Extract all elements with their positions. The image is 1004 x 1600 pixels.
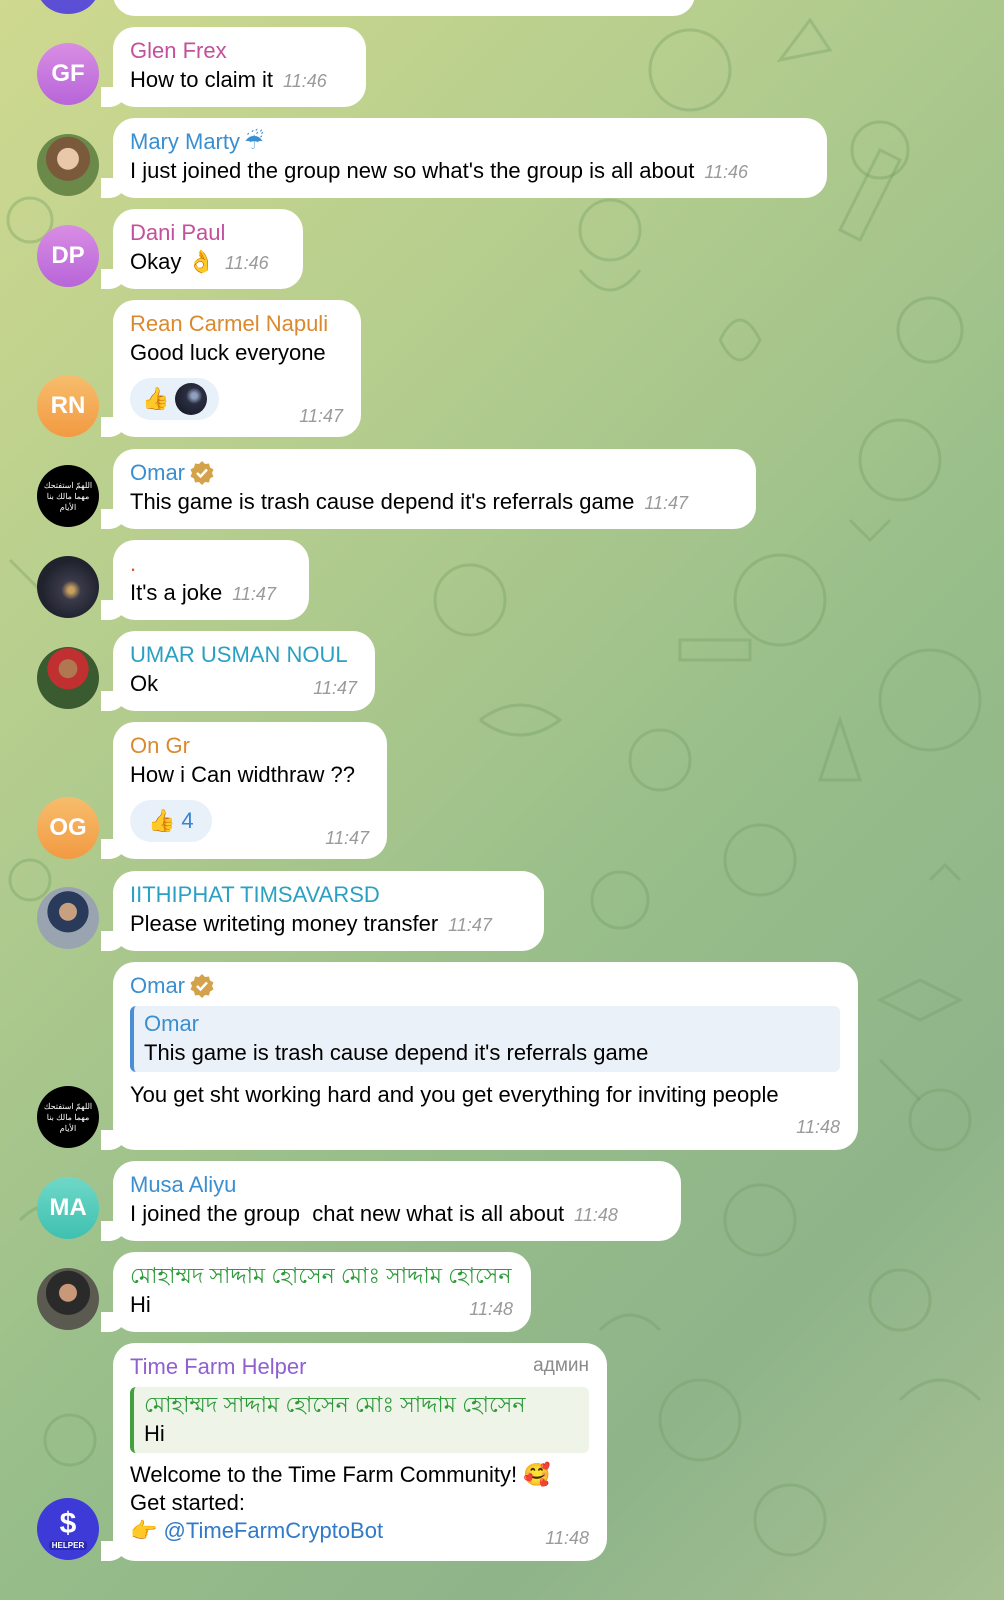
message-bubble[interactable]: UMAR USMAN NOUL Ok 11:47: [101, 631, 375, 711]
admin-badge: админ: [533, 1355, 589, 1376]
thumbs-up-emoji: 👍: [142, 386, 170, 411]
avatar[interactable]: OG: [37, 797, 99, 859]
message-time: 11:47: [448, 915, 492, 935]
message-text: Please writeting money transfer: [130, 911, 439, 936]
reactor-avatar: [175, 383, 208, 415]
message-text: This game is trash cause depend it's ref…: [130, 489, 635, 514]
avatar[interactable]: اللهمّ استفتحك مهما مالك بنا الأيام: [37, 1086, 99, 1148]
message-bubble[interactable]: Omar This game is trash cause depend it'…: [101, 449, 756, 529]
bot-link[interactable]: @TimeFarmCryptoBot: [164, 1518, 384, 1543]
reply-quote[interactable]: মোহাম্মদ সাদ্দাম হোসেন মোঃ সাদ্দাম হোসেন…: [130, 1387, 589, 1453]
message-bubble[interactable]: IITHIPHAT TIMSAVARSD Please writeting mo…: [101, 871, 544, 951]
sender-name[interactable]: Time Farm Helper: [130, 1353, 589, 1381]
dollar-icon: $: [59, 1506, 77, 1540]
reaction-chip[interactable]: 👍 4: [130, 800, 212, 842]
smiling-hearts-emoji: 🥰: [523, 1462, 551, 1487]
avatar[interactable]: $ HELPER: [37, 1498, 99, 1560]
sender-name[interactable]: মোহাম্মদ সাদ্দাম হোসেন মোঃ সাদ্দাম হোসেন: [130, 1262, 513, 1290]
avatar[interactable]: DP: [37, 225, 99, 287]
sender-name[interactable]: Dani Paul: [130, 219, 285, 247]
message-bubble[interactable]: Musa Aliyu I joined the group chat new w…: [101, 1161, 681, 1241]
message-bubble[interactable]: Omar Omar This game is trash cause depen…: [101, 962, 858, 1150]
message-time: 11:47: [299, 406, 343, 426]
avatar-label: HELPER: [48, 1540, 88, 1550]
ok-hand-emoji: 👌: [187, 249, 215, 274]
avatar-text: اللهمّ استفتحك مهما مالك بنا الأيام: [43, 480, 93, 512]
message-text: I just joined the group new so what's th…: [130, 158, 695, 183]
avatar[interactable]: [37, 647, 99, 709]
sender-name[interactable]: Mary Marty: [130, 128, 240, 156]
avatar-text: اللهمّ استفتحك مهما مالك بنا الأيام: [43, 1101, 93, 1133]
message-bubble[interactable]: Glen Frex How to claim it 11:46: [101, 27, 366, 107]
message-time: 11:46: [283, 71, 327, 91]
reaction-count: 4: [181, 808, 194, 833]
avatar[interactable]: GF: [37, 43, 99, 105]
message-time: 11:46: [224, 253, 269, 273]
message-text: How to claim it: [130, 67, 274, 92]
sender-name[interactable]: Omar: [130, 972, 185, 1000]
message-text: Hi: [130, 1292, 151, 1317]
message-bubble[interactable]: On Gr How i Can widthraw ?? 👍 4 11:47: [101, 722, 387, 859]
verified-badge-icon: [190, 974, 214, 998]
umbrella-emoji: ☔: [244, 129, 264, 154]
avatar[interactable]: اللهمّ استفتحك مهما مالك بنا الأيام: [37, 465, 99, 527]
message-bubble[interactable]: . It's a joke 11:47: [101, 540, 309, 620]
sender-name[interactable]: Musa Aliyu: [130, 1171, 663, 1199]
partial-avatar: [37, 0, 99, 14]
message-time: 11:48: [469, 1299, 513, 1319]
avatar[interactable]: MA: [37, 1177, 99, 1239]
message-text: It's a joke: [130, 580, 223, 605]
message-text: Good luck everyone: [130, 340, 326, 365]
sender-name[interactable]: UMAR USMAN NOUL: [130, 641, 357, 669]
quote-sender: মোহাম্মদ সাদ্দাম হোসেন মোঃ সাদ্দাম হোসেন: [144, 1392, 526, 1417]
message-time: 11:47: [232, 584, 276, 604]
sender-name[interactable]: On Gr: [130, 732, 369, 760]
message-time: 11:48: [545, 1528, 589, 1548]
sender-name[interactable]: Omar: [130, 459, 185, 487]
quote-text: Hi: [144, 1421, 165, 1446]
avatar[interactable]: [37, 887, 99, 949]
avatar[interactable]: RN: [37, 375, 99, 437]
sender-name[interactable]: Rean Carmel Napuli: [130, 310, 343, 338]
message-bubble[interactable]: Rean Carmel Napuli Good luck everyone 👍 …: [101, 300, 361, 437]
pointing-right-emoji: 👉: [130, 1518, 158, 1543]
message-time: 11:46: [704, 162, 749, 182]
verified-badge-icon: [190, 461, 214, 485]
message-bubble[interactable]: Mary Marty ☔ I just joined the group new …: [101, 118, 827, 198]
avatar[interactable]: [37, 556, 99, 618]
message-bubble[interactable]: Time Farm Helper админ মোহাম্মদ সাদ্দাম …: [101, 1343, 607, 1561]
avatar[interactable]: [37, 134, 99, 196]
reaction-chip[interactable]: 👍: [130, 378, 220, 420]
sender-name[interactable]: IITHIPHAT TIMSAVARSD: [130, 881, 526, 909]
avatar[interactable]: [37, 1268, 99, 1330]
sender-name[interactable]: .: [130, 550, 291, 578]
message-text: I joined the group chat new what is all …: [130, 1201, 565, 1226]
message-time: 11:47: [325, 828, 369, 848]
message-time: 11:48: [796, 1117, 840, 1137]
message-time: 11:47: [644, 493, 689, 513]
message-text: How i Can widthraw ??: [130, 762, 355, 787]
message-time: 11:47: [313, 678, 357, 698]
thumbs-up-emoji: 👍: [148, 808, 176, 833]
message-time: 11:48: [574, 1205, 618, 1225]
message-bubble[interactable]: Dani Paul Okay 👌 11:46: [101, 209, 303, 289]
message-bubble[interactable]: মোহাম্মদ সাদ্দাম হোসেন মোঃ সাদ্দাম হোসেন…: [101, 1252, 531, 1332]
sender-name[interactable]: Glen Frex: [130, 37, 348, 65]
quote-text: This game is trash cause depend it's ref…: [144, 1040, 649, 1065]
reply-quote[interactable]: Omar This game is trash cause depend it'…: [130, 1006, 840, 1072]
partial-bubble: [113, 0, 695, 16]
message-text: You get sht working hard and you get eve…: [130, 1082, 779, 1107]
message-text: Welcome to the Time Farm Community!: [130, 1462, 518, 1487]
message-text: Okay: [130, 249, 182, 274]
quote-sender: Omar: [144, 1011, 199, 1036]
message-text-line2: Get started:: [130, 1490, 245, 1515]
